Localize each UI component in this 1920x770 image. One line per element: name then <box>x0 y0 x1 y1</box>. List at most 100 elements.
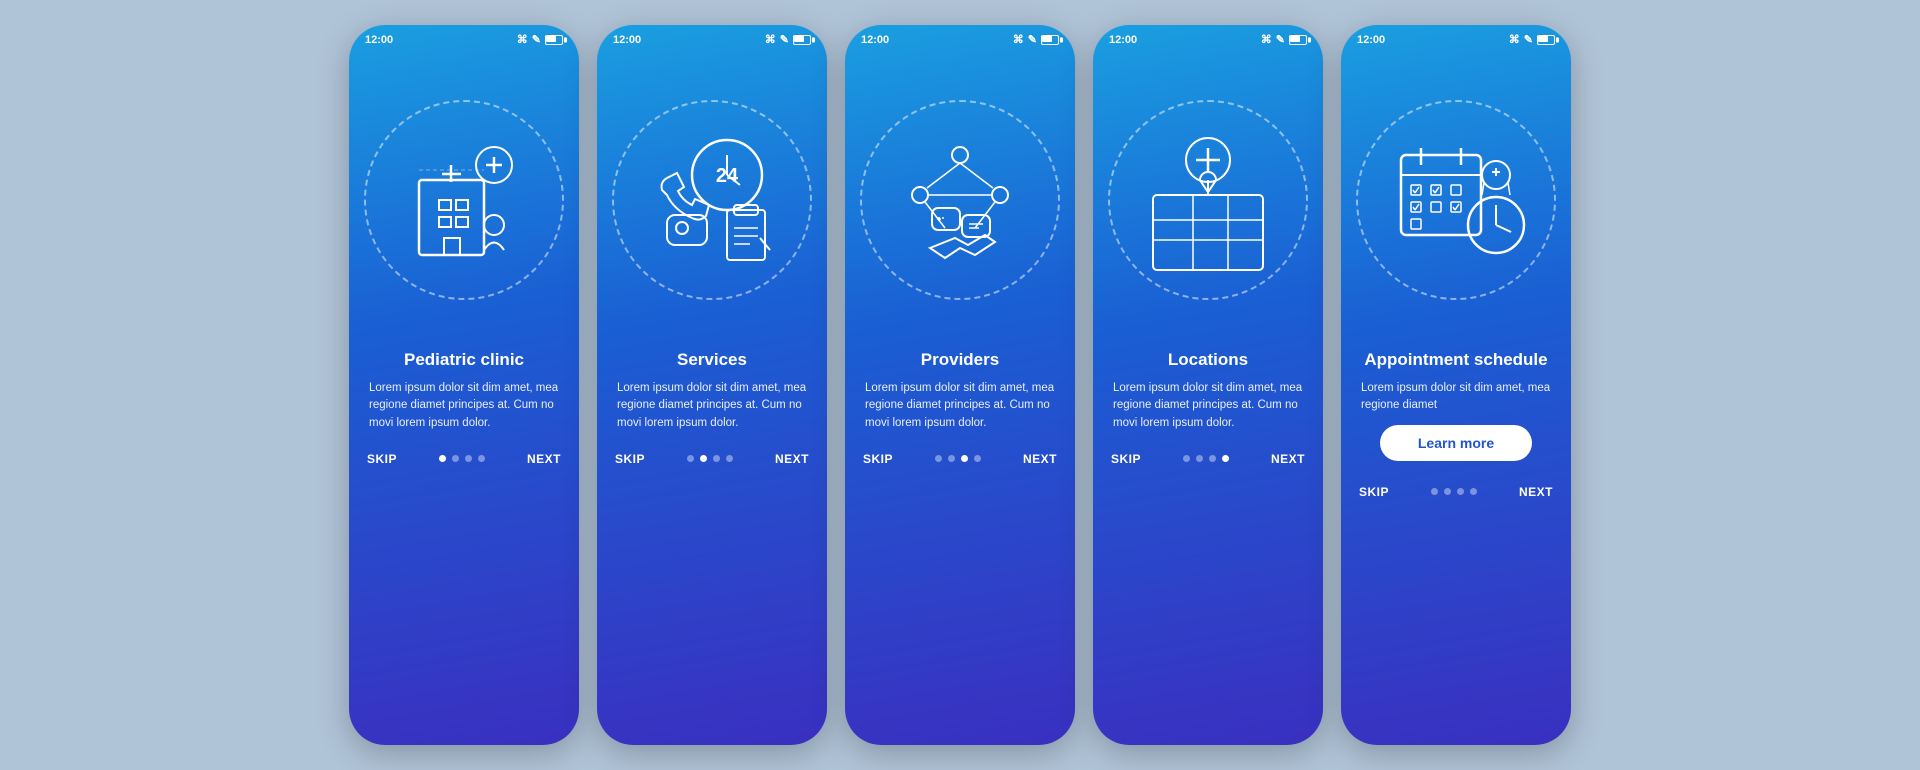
text-area-3: Providers Lorem ipsum dolor sit dim amet… <box>845 350 1075 444</box>
text-area-1: Pediatric clinic Lorem ipsum dolor sit d… <box>349 350 579 444</box>
text-area-2: Services Lorem ipsum dolor sit dim amet,… <box>597 350 827 444</box>
screen-title-2: Services <box>617 350 807 370</box>
dot-4-4 <box>1222 455 1229 462</box>
clinic-icon <box>384 120 544 280</box>
dot-3-4 <box>974 455 981 462</box>
screen-desc-2: Lorem ipsum dolor sit dim amet, mea regi… <box>617 380 807 432</box>
wifi-icon-4: ⌘ <box>1261 33 1272 46</box>
skip-button-4[interactable]: SKIP <box>1111 452 1141 466</box>
text-area-4: Locations Lorem ipsum dolor sit dim amet… <box>1093 350 1323 444</box>
next-button-1[interactable]: NEXT <box>527 452 561 466</box>
screen-locations: 12:00 ⌘ ✎ <box>1093 25 1323 745</box>
screen-desc-3: Lorem ipsum dolor sit dim amet, mea regi… <box>865 380 1055 432</box>
signal-icon-4: ✎ <box>1276 33 1285 46</box>
icon-area-3 <box>845 50 1075 350</box>
screen-desc-4: Lorem ipsum dolor sit dim amet, mea regi… <box>1113 380 1303 432</box>
icon-area-5 <box>1341 50 1571 350</box>
signal-icon-2: ✎ <box>780 33 789 46</box>
dots-5 <box>1431 488 1477 495</box>
dot-5-4 <box>1470 488 1477 495</box>
dot-2-1 <box>687 455 694 462</box>
signal-icon-1: ✎ <box>532 33 541 46</box>
status-time-5: 12:00 <box>1357 34 1385 46</box>
dot-2-4 <box>726 455 733 462</box>
services-icon: 24 <box>632 120 792 280</box>
appointment-icon <box>1376 120 1536 280</box>
signal-icon-3: ✎ <box>1028 33 1037 46</box>
dot-1-1 <box>439 455 446 462</box>
dot-5-3 <box>1457 488 1464 495</box>
next-button-5[interactable]: NEXT <box>1519 485 1553 499</box>
dot-4-1 <box>1183 455 1190 462</box>
screen-title-4: Locations <box>1113 350 1303 370</box>
screen-desc-5: Lorem ipsum dolor sit dim amet, mea regi… <box>1361 380 1551 415</box>
dot-4-2 <box>1196 455 1203 462</box>
dot-4-3 <box>1209 455 1216 462</box>
dot-5-1 <box>1431 488 1438 495</box>
dot-1-4 <box>478 455 485 462</box>
locations-icon-circle <box>1108 100 1308 300</box>
status-time-4: 12:00 <box>1109 34 1137 46</box>
nav-bar-2: SKIP NEXT <box>597 444 827 480</box>
icon-area-1 <box>349 50 579 350</box>
learn-more-button[interactable]: Learn more <box>1380 425 1532 461</box>
status-bar-4: 12:00 ⌘ ✎ <box>1093 25 1323 50</box>
status-time-1: 12:00 <box>365 34 393 46</box>
dots-1 <box>439 455 485 462</box>
status-time-2: 12:00 <box>613 34 641 46</box>
skip-button-1[interactable]: SKIP <box>367 452 397 466</box>
dot-1-2 <box>452 455 459 462</box>
skip-button-3[interactable]: SKIP <box>863 452 893 466</box>
status-bar-3: 12:00 ⌘ ✎ <box>845 25 1075 50</box>
battery-icon-1 <box>545 35 563 45</box>
screen-title-5: Appointment schedule <box>1361 350 1551 370</box>
dot-3-1 <box>935 455 942 462</box>
screen-title-3: Providers <box>865 350 1055 370</box>
screen-providers: 12:00 ⌘ ✎ <box>845 25 1075 745</box>
clinic-icon-circle <box>364 100 564 300</box>
signal-icon-5: ✎ <box>1524 33 1533 46</box>
nav-bar-3: SKIP NEXT <box>845 444 1075 480</box>
next-button-3[interactable]: NEXT <box>1023 452 1057 466</box>
status-time-3: 12:00 <box>861 34 889 46</box>
screen-services: 12:00 ⌘ ✎ 24 <box>597 25 827 745</box>
dot-2-3 <box>713 455 720 462</box>
locations-icon <box>1128 120 1288 280</box>
icon-area-2: 24 <box>597 50 827 350</box>
providers-icon <box>880 120 1040 280</box>
status-bar-2: 12:00 ⌘ ✎ <box>597 25 827 50</box>
dot-1-3 <box>465 455 472 462</box>
dot-2-2 <box>700 455 707 462</box>
next-button-2[interactable]: NEXT <box>775 452 809 466</box>
icon-area-4 <box>1093 50 1323 350</box>
dot-5-2 <box>1444 488 1451 495</box>
skip-button-2[interactable]: SKIP <box>615 452 645 466</box>
battery-icon-3 <box>1041 35 1059 45</box>
dots-2 <box>687 455 733 462</box>
wifi-icon-2: ⌘ <box>765 33 776 46</box>
nav-bar-4: SKIP NEXT <box>1093 444 1323 480</box>
dots-3 <box>935 455 981 462</box>
wifi-icon-3: ⌘ <box>1013 33 1024 46</box>
dot-3-3 <box>961 455 968 462</box>
screens-container: 12:00 ⌘ ✎ <box>349 25 1571 745</box>
status-bar-1: 12:00 ⌘ ✎ <box>349 25 579 50</box>
wifi-icon-1: ⌘ <box>517 33 528 46</box>
dot-3-2 <box>948 455 955 462</box>
next-button-4[interactable]: NEXT <box>1271 452 1305 466</box>
skip-button-5[interactable]: SKIP <box>1359 485 1389 499</box>
services-icon-circle: 24 <box>612 100 812 300</box>
dots-4 <box>1183 455 1229 462</box>
screen-title-1: Pediatric clinic <box>369 350 559 370</box>
battery-icon-2 <box>793 35 811 45</box>
battery-icon-5 <box>1537 35 1555 45</box>
status-bar-5: 12:00 ⌘ ✎ <box>1341 25 1571 50</box>
screen-appointment: 12:00 ⌘ ✎ <box>1341 25 1571 745</box>
appointment-icon-circle <box>1356 100 1556 300</box>
screen-desc-1: Lorem ipsum dolor sit dim amet, mea regi… <box>369 380 559 432</box>
text-area-5: Appointment schedule Lorem ipsum dolor s… <box>1341 350 1571 477</box>
wifi-icon-5: ⌘ <box>1509 33 1520 46</box>
battery-icon-4 <box>1289 35 1307 45</box>
nav-bar-5: SKIP NEXT <box>1341 477 1571 513</box>
screen-pediatric-clinic: 12:00 ⌘ ✎ <box>349 25 579 745</box>
